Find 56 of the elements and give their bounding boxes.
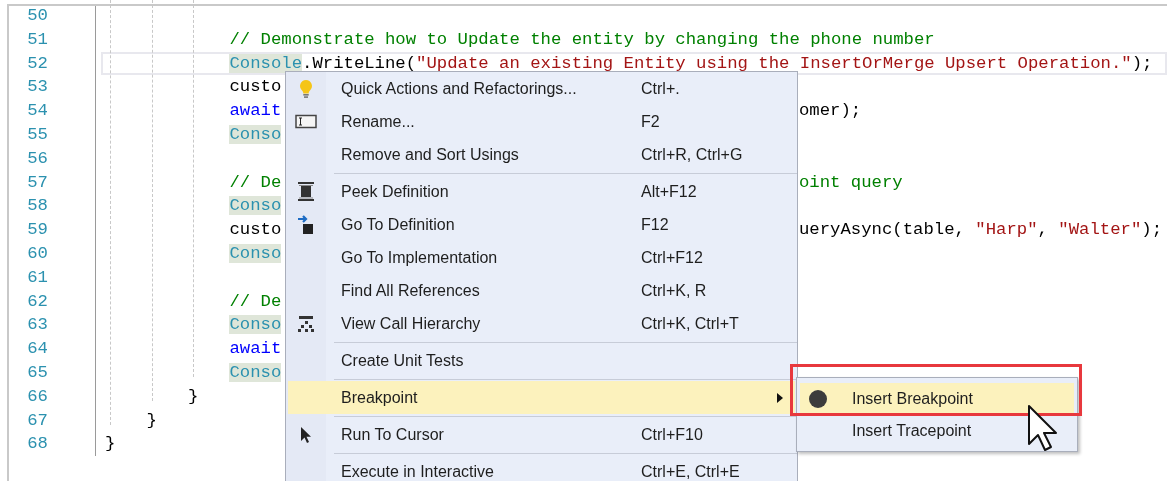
menu-item[interactable]: Peek Definition Alt+F12 [288,175,795,208]
line-number: 52 [26,52,48,75]
line-number: 64 [26,338,48,361]
line-number: 68 [26,433,48,456]
menu-item[interactable]: Remove and Sort Usings Ctrl+R, Ctrl+G [288,138,795,171]
code-line: // De [229,172,282,192]
menu-item[interactable]: Go To Definition F12 [288,208,795,241]
code-line: ueryAsync(table, "Harp", "Walter"); [799,220,1162,240]
menu-item[interactable]: Quick Actions and Refactorings... Ctrl+. [288,72,795,105]
menu-item[interactable]: Execute in Interactive Ctrl+E, Ctrl+E [288,455,795,481]
mouse-pointer-icon [1027,404,1057,452]
code-line: // Demonstrate how to Update the entity by changing the phone number [229,29,935,49]
menu-item[interactable]: Create Unit Tests [288,344,795,377]
line-number: 59 [26,219,48,242]
line-number: 65 [26,361,48,384]
code-line: } [187,386,199,406]
go-to-icon [297,213,315,236]
code-line: // De [229,291,282,311]
menu-item[interactable]: Run To Cursor Ctrl+F10 [288,418,795,451]
code-line: Console.WriteLine("Update an existing Entity using the InsertOrMerge Upsert Operation."); [229,53,1153,73]
code-line: oint query [799,172,903,192]
line-number: 61 [26,266,48,289]
lightbulb-icon [299,78,313,99]
line-number: 60 [26,242,48,265]
menu-item[interactable]: Breakpoint [288,381,795,414]
line-number: 50 [26,6,48,27]
code-line: await [229,101,282,121]
line-number: 62 [26,290,48,313]
code-line: custo [229,220,282,240]
line-number: 56 [26,147,48,170]
menu-item[interactable]: View Call Hierarchy Ctrl+K, Ctrl+T [288,307,795,340]
breakpoint-icon [808,389,828,409]
menu-item[interactable]: Insert Tracepoint [800,415,1074,447]
code-line: } [105,434,116,454]
menu-item[interactable]: Go To Implementation Ctrl+F12 [288,241,795,274]
code-line: } [146,410,157,430]
line-number: 58 [26,195,48,218]
submenu-arrow-icon [777,393,783,404]
hierarchy-icon [297,314,315,333]
code-line: await [229,339,282,359]
line-number: 63 [26,314,48,337]
menu-item[interactable]: Insert Breakpoint [800,383,1074,415]
line-number: 53 [26,76,48,99]
peek-icon [297,180,315,203]
pointer-icon [300,425,312,444]
code-line: omer); [799,101,862,121]
line-number: 55 [26,124,48,146]
code-line: custo [229,77,282,97]
line-number: 54 [26,100,48,123]
line-number: 67 [26,409,48,432]
menu-item[interactable]: Rename... F2 [288,105,795,138]
line-number: 57 [26,171,48,194]
menu-item[interactable]: Find All References Ctrl+K, R [288,274,795,307]
line-number: 66 [26,385,48,408]
rename-icon [295,113,317,130]
line-number: 51 [26,28,48,51]
